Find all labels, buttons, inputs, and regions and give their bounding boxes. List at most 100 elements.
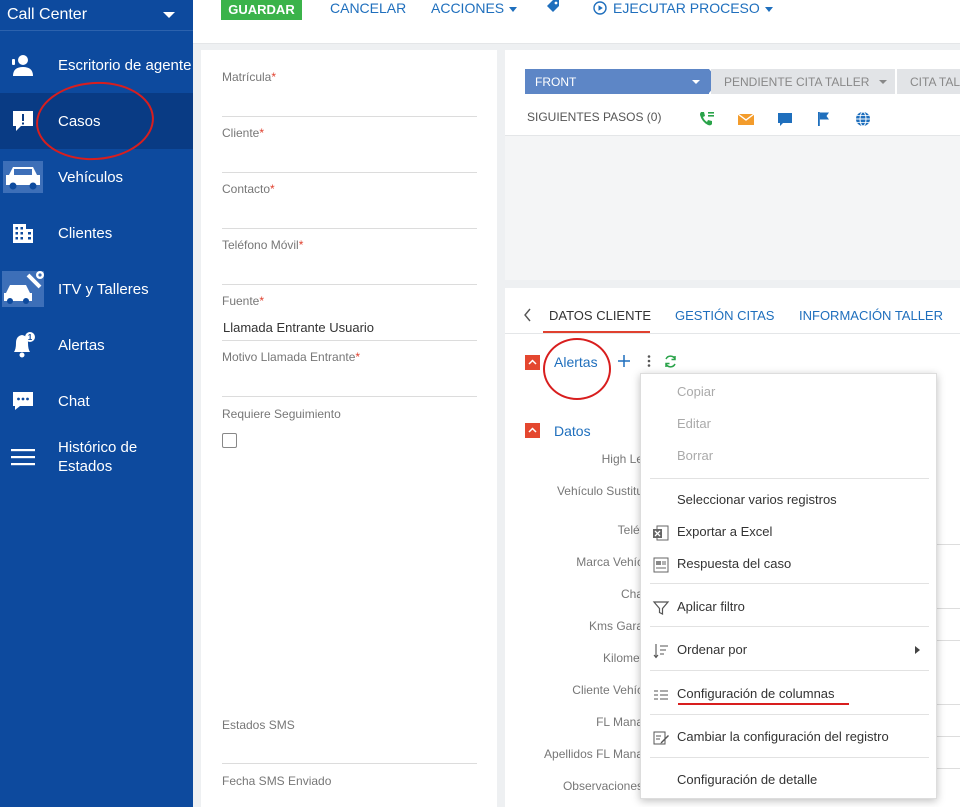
contacto-field[interactable]	[222, 228, 477, 229]
chevron-down-icon[interactable]	[163, 12, 175, 18]
menu-item-exportar-excel[interactable]: Exportar a Excel	[677, 524, 772, 539]
menu-item-configuracion-detalle[interactable]: Configuración de detalle	[677, 772, 817, 787]
sidebar-header[interactable]: Call Center	[0, 0, 193, 31]
menu-item-ordenar-por[interactable]: Ordenar por	[677, 642, 747, 657]
email-icon[interactable]	[737, 110, 755, 128]
stage-cita-label: CITA TALL	[910, 74, 960, 89]
excel-icon	[652, 524, 670, 542]
run-process-button[interactable]: EJECUTAR PROCESO	[593, 0, 773, 18]
menu-item-seleccionar[interactable]: Seleccionar varios registros	[677, 492, 837, 507]
comment-icon[interactable]	[776, 110, 794, 128]
cliente-label: Cliente*	[222, 126, 265, 140]
menu-separator	[650, 626, 929, 627]
field-line	[937, 768, 960, 769]
sidebar-item-label: ITV y Talleres	[58, 280, 149, 298]
estados-sms-label: Estados SMS	[222, 718, 295, 732]
sidebar-item-itv-talleres[interactable]: ITV y Talleres	[0, 261, 193, 317]
save-button[interactable]: GUARDAR	[221, 0, 302, 20]
field-label: Apellidos FL Mana	[544, 747, 643, 761]
play-circle-icon	[593, 1, 607, 18]
edit-settings-icon	[652, 729, 670, 747]
agent-icon	[8, 50, 38, 80]
sidebar-item-clientes[interactable]: Clientes	[0, 205, 193, 261]
stage-panel: FRONT PENDIENTE CITA TALLER CITA TALL SI…	[505, 50, 960, 280]
datos-section-title[interactable]: Datos	[554, 423, 591, 439]
menu-item-respuesta[interactable]: Respuesta del caso	[677, 556, 791, 571]
sidebar-item-label: Histórico de Estados	[58, 439, 138, 475]
building-icon	[8, 218, 38, 248]
stage-front[interactable]: FRONT	[525, 69, 719, 94]
menu-item-borrar[interactable]: Borrar	[677, 448, 713, 463]
datos-collapse-toggle[interactable]	[525, 423, 540, 438]
sidebar-item-alertas[interactable]: 1 Alertas	[0, 317, 193, 373]
globe-icon[interactable]	[854, 110, 872, 128]
menu-item-editar[interactable]: Editar	[677, 416, 711, 431]
field-label: Observaciones	[562, 779, 643, 793]
fuente-value[interactable]: Llamada Entrante Usuario	[223, 320, 374, 335]
motivo-field[interactable]	[222, 396, 477, 397]
phone-call-icon[interactable]	[698, 110, 716, 128]
field-line	[937, 736, 960, 737]
sort-icon	[652, 642, 670, 660]
flag-icon[interactable]	[815, 110, 833, 128]
field-line	[937, 640, 960, 641]
menu-item-cambiar-configuracion[interactable]: Cambiar la configuración del registro	[677, 729, 889, 744]
chevron-down-icon	[764, 6, 773, 12]
menu-separator	[650, 583, 929, 584]
add-icon[interactable]	[617, 354, 631, 373]
next-steps-area	[505, 135, 960, 280]
chevron-down-icon[interactable]	[879, 80, 887, 84]
menu-item-copiar[interactable]: Copiar	[677, 384, 715, 399]
estados-sms-field[interactable]	[222, 763, 477, 764]
field-label: Teléf	[617, 523, 643, 537]
sidebar-item-chat[interactable]: Chat	[0, 373, 193, 429]
menu-lines-icon	[8, 442, 38, 472]
refresh-icon[interactable]	[663, 354, 678, 374]
tab-gestion-citas[interactable]: GESTIÓN CITAS	[675, 308, 774, 323]
fuente-field	[222, 340, 477, 341]
tag-icon[interactable]	[545, 0, 561, 17]
field-line	[937, 704, 960, 705]
menu-separator	[650, 670, 929, 671]
field-line	[937, 544, 960, 545]
chevron-left-icon[interactable]	[523, 308, 533, 327]
context-menu: Copiar Editar Borrar Seleccionar varios …	[640, 373, 937, 799]
sidebar-item-historico[interactable]: Histórico de Estados	[0, 429, 193, 485]
tabs-divider	[505, 333, 960, 334]
sidebar-item-label: Escritorio de agente	[58, 56, 192, 74]
chevron-down-icon[interactable]	[692, 80, 700, 84]
stage-pendiente-label: PENDIENTE CITA TALLER	[724, 74, 870, 89]
stage-pendiente[interactable]: PENDIENTE CITA TALLER	[711, 69, 895, 94]
menu-separator	[650, 714, 929, 715]
chat-icon	[8, 386, 38, 416]
toolbar: GUARDAR CANCELAR ACCIONES EJECUTAR PROCE…	[193, 0, 960, 44]
field-label: Marca Vehíc	[576, 555, 643, 569]
report-icon	[652, 556, 670, 574]
tab-informacion-taller[interactable]: INFORMACIÓN TALLER	[799, 308, 943, 323]
more-options-icon[interactable]	[646, 354, 652, 373]
matricula-field[interactable]	[222, 116, 477, 117]
cancel-button[interactable]: CANCELAR	[330, 0, 406, 16]
tab-datos-cliente[interactable]: DATOS CLIENTE	[549, 308, 651, 323]
menu-item-configuracion-columnas[interactable]: Configuración de columnas	[677, 686, 835, 701]
field-label: FL Mana	[596, 715, 643, 729]
cliente-field[interactable]	[222, 172, 477, 173]
requiere-checkbox[interactable]	[222, 433, 237, 448]
car-icon	[3, 161, 43, 193]
actions-menu-button[interactable]: ACCIONES	[431, 0, 518, 16]
fecha-sms-label: Fecha SMS Enviado	[222, 774, 332, 788]
bell-icon: 1	[8, 330, 38, 360]
sidebar-item-label: Vehículos	[58, 168, 124, 186]
annotation-underline	[678, 703, 849, 705]
workplace-title: Call Center	[7, 6, 88, 23]
fuente-label: Fuente*	[222, 294, 265, 308]
stage-cita[interactable]: CITA TALL	[897, 69, 960, 94]
alertas-collapse-toggle[interactable]	[525, 355, 540, 370]
run-process-label: EJECUTAR PROCESO	[613, 0, 760, 16]
menu-separator	[650, 478, 929, 479]
menu-item-aplicar-filtro[interactable]: Aplicar filtro	[677, 599, 745, 614]
stage-front-label: FRONT	[535, 74, 577, 89]
requiere-label: Requiere Seguimiento	[222, 407, 341, 421]
telefono-field[interactable]	[222, 284, 477, 285]
menu-separator	[650, 757, 929, 758]
